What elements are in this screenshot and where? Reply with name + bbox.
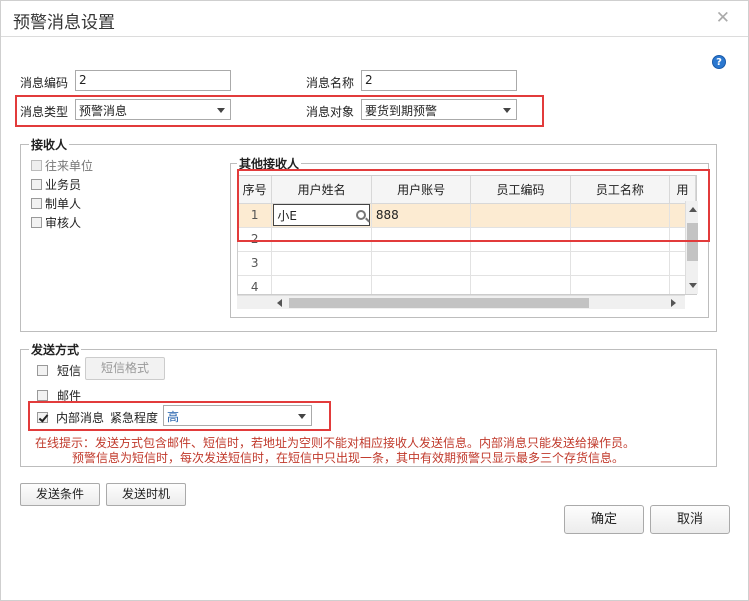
scroll-right-icon[interactable]: [671, 299, 676, 307]
hint-line-2: 预警信息为短信时，每次发送短信时，在短信中只出现一条，其中有效期预警只显示最多三…: [72, 451, 625, 465]
receiver-option-creator[interactable]: 制单人: [31, 195, 81, 212]
msg-target-value: 要货到期预警: [365, 104, 438, 118]
msg-type-label: 消息类型: [20, 105, 69, 119]
msg-type-select[interactable]: 预警消息: [75, 99, 231, 120]
send-method-legend: 发送方式: [29, 341, 82, 358]
scroll-left-icon[interactable]: [277, 299, 282, 307]
urgency-value: 高: [167, 410, 180, 424]
checkbox-checked-icon[interactable]: [37, 412, 48, 423]
send-timing-button[interactable]: 发送时机: [106, 483, 186, 506]
cancel-button[interactable]: 取消: [650, 505, 730, 534]
checkbox-icon[interactable]: [37, 390, 48, 401]
horizontal-scroll-thumb[interactable]: [289, 298, 589, 308]
msg-target-label: 消息对象: [306, 105, 355, 119]
receiver-option-partner[interactable]: 往来单位: [31, 157, 93, 174]
receivers-legend: 接收人: [29, 136, 70, 153]
receiver-option-auditor[interactable]: 审核人: [31, 214, 81, 231]
internal-message-option[interactable]: 内部消息 紧急程度: [37, 409, 158, 426]
checkbox-icon[interactable]: [31, 198, 42, 209]
sms-format-button[interactable]: 短信格式: [85, 357, 165, 380]
row-number: 4: [238, 275, 273, 294]
emp-name-cell[interactable]: [570, 275, 671, 294]
table-row[interactable]: 4: [238, 275, 696, 294]
msg-name-input[interactable]: 2: [361, 70, 517, 91]
internal-message-label: 内部消息: [56, 411, 105, 425]
alert-settings-dialog: 预警消息设置 ✕ ? 消息编码 2 消息名称 2 消息类型 预警消息 消息对象 …: [0, 0, 749, 601]
checkbox-icon[interactable]: [37, 365, 48, 376]
chevron-down-icon: [298, 414, 306, 419]
urgency-label: 紧急程度: [110, 411, 159, 425]
msg-target-select[interactable]: 要货到期预警: [361, 99, 517, 120]
ok-button[interactable]: 确定: [564, 505, 644, 534]
msg-code-label: 消息编码: [20, 76, 69, 90]
chevron-down-icon: [217, 108, 225, 113]
urgency-select[interactable]: 高: [163, 405, 312, 426]
sms-option[interactable]: 短信: [37, 362, 81, 379]
send-condition-button[interactable]: 发送条件: [20, 483, 100, 506]
account-cell[interactable]: [371, 251, 472, 276]
user-name-cell[interactable]: [271, 275, 372, 294]
row-number: 3: [238, 251, 273, 276]
receiver-option-label: 审核人: [45, 216, 82, 230]
msg-type-value: 预警消息: [79, 104, 128, 118]
table-row[interactable]: 3: [238, 251, 696, 276]
scroll-down-icon[interactable]: [689, 283, 697, 288]
receiver-option-label: 业务员: [45, 178, 82, 192]
title-bar: 预警消息设置 ✕: [1, 1, 748, 37]
msg-code-input[interactable]: 2: [75, 70, 231, 91]
receiver-option-label: 往来单位: [45, 159, 94, 173]
checkbox-icon[interactable]: [31, 217, 42, 228]
receiver-option-salesman[interactable]: 业务员: [31, 176, 81, 193]
sms-label: 短信: [57, 364, 82, 378]
user-name-cell[interactable]: [271, 251, 372, 276]
account-cell[interactable]: [371, 275, 472, 294]
grid-horizontal-scrollbar[interactable]: [237, 295, 685, 309]
emp-code-cell[interactable]: [470, 251, 571, 276]
receiver-option-label: 制单人: [45, 197, 82, 211]
checkbox-icon[interactable]: [31, 179, 42, 190]
emp-code-cell[interactable]: [470, 275, 571, 294]
help-icon[interactable]: ?: [712, 55, 726, 69]
emp-name-cell[interactable]: [570, 251, 671, 276]
dialog-title: 预警消息设置: [13, 13, 115, 33]
msg-name-label: 消息名称: [306, 76, 355, 90]
highlight-box-grid: [237, 169, 710, 242]
close-icon[interactable]: ✕: [716, 8, 730, 28]
chevron-down-icon: [503, 108, 511, 113]
checkbox-icon[interactable]: [31, 160, 42, 171]
